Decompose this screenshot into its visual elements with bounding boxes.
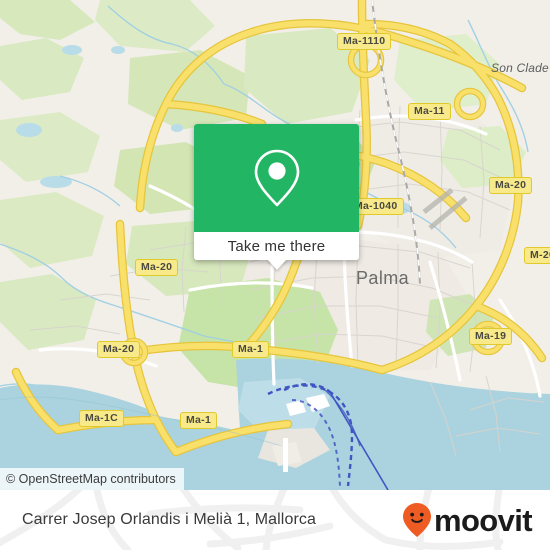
road-shield: Ma-1 [180, 412, 218, 429]
destination-address: Carrer Josep Orlandis i Melià 1, Mallorc… [22, 511, 316, 528]
road-shield: Ma-1 [232, 341, 270, 358]
map-pin-icon [254, 149, 299, 207]
road-shield: Ma-20 [97, 341, 141, 358]
destination-callout-card[interactable]: Take me there [194, 124, 359, 270]
callout-header [194, 124, 359, 232]
osm-attribution[interactable]: © OpenStreetMap contributors [0, 468, 184, 490]
osm-attribution-text: © OpenStreetMap contributors [6, 472, 176, 486]
road-shield: Ma-1110 [337, 33, 392, 50]
callout-footer[interactable]: Take me there [194, 232, 359, 260]
road-shield: Ma-19 [469, 328, 513, 345]
moovit-brand-logo: moovit [402, 502, 533, 538]
place-label-palma: Palma [356, 268, 410, 288]
road-shield: Ma-20 [135, 259, 179, 276]
place-label-son-cladera: Son Clade [491, 61, 549, 75]
road-shield: Ma-11 [408, 103, 451, 120]
callout-pointer [266, 259, 287, 270]
moovit-wordmark: moovit [433, 502, 533, 538]
map-canvas[interactable]: Ma-1110 Ma-11 Ma-20 M-20 Ma-1040 Ma-20 M… [0, 0, 550, 490]
take-me-there-label: Take me there [227, 237, 326, 255]
map-screenshot: Ma-1110 Ma-11 Ma-20 M-20 Ma-1040 Ma-20 M… [0, 0, 550, 550]
moovit-smiley-pin-icon [402, 503, 431, 537]
road-shield: Ma-1C [79, 410, 125, 427]
road-shield: Ma-20 [489, 177, 533, 194]
footer-bar: Carrer Josep Orlandis i Melià 1, Mallorc… [0, 490, 550, 550]
road-shield: M-20 [524, 247, 550, 264]
